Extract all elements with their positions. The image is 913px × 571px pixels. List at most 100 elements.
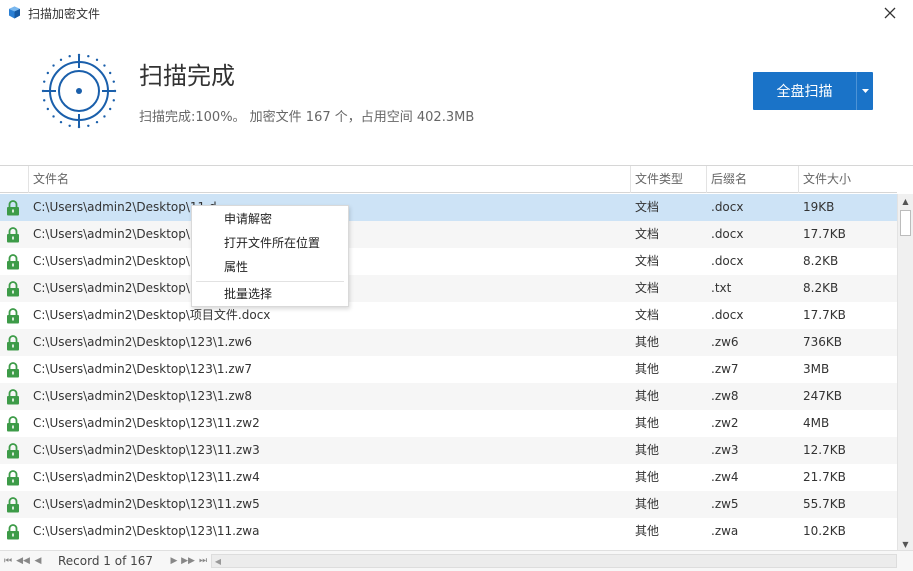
- cell-file-type: 其他: [635, 335, 660, 349]
- scan-ring-dot: [103, 115, 106, 118]
- table-row[interactable]: C:\Users\admin2\Desktop\123\11.zw4 其他 .zw4…: [0, 464, 897, 491]
- scan-ring-dot: [108, 107, 112, 111]
- scan-ring-dot: [59, 58, 63, 62]
- cell-file-type: 文档: [635, 227, 660, 241]
- scan-ring-dot: [113, 89, 117, 93]
- horizontal-scrollbar[interactable]: ◀: [211, 554, 897, 568]
- cell-file-size: 10.2KB: [803, 524, 846, 538]
- column-header-size[interactable]: 文件大小: [798, 166, 897, 193]
- cell-file-ext: .zw5: [711, 497, 739, 511]
- vertical-scrollbar[interactable]: ▲ ▼: [897, 194, 913, 551]
- cell-file-type: 其他: [635, 416, 660, 430]
- menu-item-request-decrypt[interactable]: 申请解密: [192, 207, 348, 231]
- scroll-up-arrow-icon[interactable]: ▲: [898, 194, 913, 208]
- last-page-icon[interactable]: ⏭: [197, 553, 209, 569]
- table-row[interactable]: C:\Users\admin2\Desktop\123\11.zw2 其他 .zw2…: [0, 410, 897, 437]
- table-row[interactable]: C:\Users\admin2\Desktop\123\1.zw8 其他 .zw8 2…: [0, 383, 897, 410]
- cell-file-name: C:\Users\admin2\Desktop\123\1.zw8: [33, 389, 253, 403]
- table-row[interactable]: C:\Users\admin2\Desktop\123\11.zw5 其他 .zw5…: [0, 491, 897, 518]
- table-row[interactable]: C:\Users\admin2\Desktop\123\11.zw3 其他 .zw3…: [0, 437, 897, 464]
- prev-icon[interactable]: ◀: [32, 553, 44, 569]
- menu-item-batch-select[interactable]: 批量选择: [192, 282, 348, 306]
- cell-file-ext: .docx: [711, 254, 744, 268]
- close-button[interactable]: [880, 3, 900, 23]
- first-page-icon[interactable]: ⏮: [2, 553, 14, 569]
- cell-file-ext: .zw2: [711, 416, 739, 430]
- cell-file-name: C:\Users\admin2\Desktop\123\1.zw7: [33, 362, 253, 376]
- lock-icon: [7, 254, 19, 270]
- scan-ring-dot: [77, 125, 81, 129]
- scan-ring-dot: [87, 55, 90, 58]
- next-icon[interactable]: ▶: [168, 553, 180, 569]
- table-row[interactable]: C:\Users\admin2\Desktop\项目文件.docx 文档 .docx…: [0, 302, 897, 329]
- cell-file-name: C:\Users\admin2\Desktop\123\11.zw4: [33, 470, 260, 484]
- lock-icon: [7, 281, 19, 297]
- scan-ring-dot: [68, 55, 71, 58]
- cell-file-ext: .docx: [711, 308, 744, 322]
- table-row[interactable]: C:\Users\admin2\Desktop\ 文档 .txt 8.2KB: [0, 275, 897, 302]
- column-header-ext[interactable]: 后缀名: [706, 166, 798, 193]
- cell-file-ext: .zw4: [711, 470, 739, 484]
- scan-ring-dot: [112, 99, 115, 102]
- full-scan-dropdown[interactable]: [857, 72, 873, 110]
- table-row[interactable]: C:\Users\admin2\Desktop\ 文档 .docx 17.7KB: [0, 221, 897, 248]
- lock-icon: [7, 416, 19, 432]
- scroll-left-arrow-icon[interactable]: ◀: [212, 555, 224, 567]
- menu-item-properties[interactable]: 属性: [192, 255, 348, 279]
- lock-icon: [7, 389, 19, 405]
- cell-file-ext: .zwa: [711, 524, 739, 538]
- cell-file-ext: .docx: [711, 200, 744, 214]
- full-scan-split-button[interactable]: 全盘扫描: [753, 72, 873, 110]
- scan-ring-dot: [43, 99, 46, 102]
- cell-file-size: 8.2KB: [803, 254, 839, 268]
- scan-ring-dot: [46, 107, 50, 111]
- cell-file-name: C:\Users\admin2\Desktop\123\11.zw2: [33, 416, 260, 430]
- cell-file-name: C:\Users\admin2\Desktop\123\11.zw3: [33, 443, 260, 457]
- scan-ring-dot: [46, 71, 50, 75]
- scan-ring-dot: [95, 58, 99, 62]
- cell-file-type: 其他: [635, 524, 660, 538]
- cell-file-type: 文档: [635, 200, 660, 214]
- table-row[interactable]: C:\Users\admin2\Desktop\123\1.zw7 其他 .zw7 3…: [0, 356, 897, 383]
- file-table: 文件名 文件类型 后缀名 文件大小 C:\Users\admin2\Deskto…: [0, 165, 913, 551]
- table-row[interactable]: C:\Users\admin2\Desktop\11.d 文档 .docx 19KB: [0, 194, 897, 221]
- cell-file-type: 其他: [635, 497, 660, 511]
- cell-file-ext: .zw3: [711, 443, 739, 457]
- scan-summary: 扫描完成:100%。 加密文件 167 个，占用空间 402.3MB: [139, 110, 475, 125]
- scan-ring-dot: [41, 89, 45, 93]
- cell-file-type: 文档: [635, 281, 660, 295]
- cell-file-size: 17.7KB: [803, 227, 846, 241]
- table-row[interactable]: C:\Users\admin2\Desktop\123\11.zwa 其他 .zwa…: [0, 518, 897, 545]
- scan-ring-dot: [52, 64, 55, 67]
- record-counter: Record 1 of 167: [58, 554, 154, 568]
- cell-file-size: 736KB: [803, 335, 843, 349]
- cell-file-ext: .docx: [711, 227, 744, 241]
- prev-page-icon[interactable]: ◀◀: [16, 553, 30, 569]
- next-page-icon[interactable]: ▶▶: [181, 553, 195, 569]
- cell-file-type: 其他: [635, 389, 660, 403]
- context-menu: 申请解密 打开文件所在位置 属性 批量选择: [191, 205, 349, 307]
- cell-file-ext: .zw8: [711, 389, 739, 403]
- scan-title: 扫描完成: [139, 62, 235, 90]
- column-header-name[interactable]: 文件名: [28, 166, 630, 193]
- cell-file-size: 19KB: [803, 200, 835, 214]
- table-row[interactable]: C:\Users\admin2\Desktop\ 文档 .docx 8.2KB: [0, 248, 897, 275]
- cell-file-size: 4MB: [803, 416, 830, 430]
- scan-ring-dot: [43, 80, 46, 83]
- full-scan-button[interactable]: 全盘扫描: [753, 72, 857, 110]
- scroll-down-arrow-icon[interactable]: ▼: [898, 537, 913, 551]
- scan-ring-dot: [112, 80, 115, 83]
- column-header-type[interactable]: 文件类型: [630, 166, 706, 193]
- cell-file-size: 17.7KB: [803, 308, 846, 322]
- lock-icon: [7, 308, 19, 324]
- cell-file-type: 其他: [635, 470, 660, 484]
- lock-icon: [7, 497, 19, 513]
- cell-file-size: 247KB: [803, 389, 843, 403]
- scroll-thumb[interactable]: [900, 210, 911, 236]
- menu-item-open-location[interactable]: 打开文件所在位置: [192, 231, 348, 255]
- table-row[interactable]: C:\Users\admin2\Desktop\123\1.zw6 其他 .zw6 7…: [0, 329, 897, 356]
- scan-ring-dot: [87, 124, 90, 127]
- cell-file-type: 其他: [635, 362, 660, 376]
- lock-icon: [7, 200, 19, 216]
- lock-icon: [7, 362, 19, 378]
